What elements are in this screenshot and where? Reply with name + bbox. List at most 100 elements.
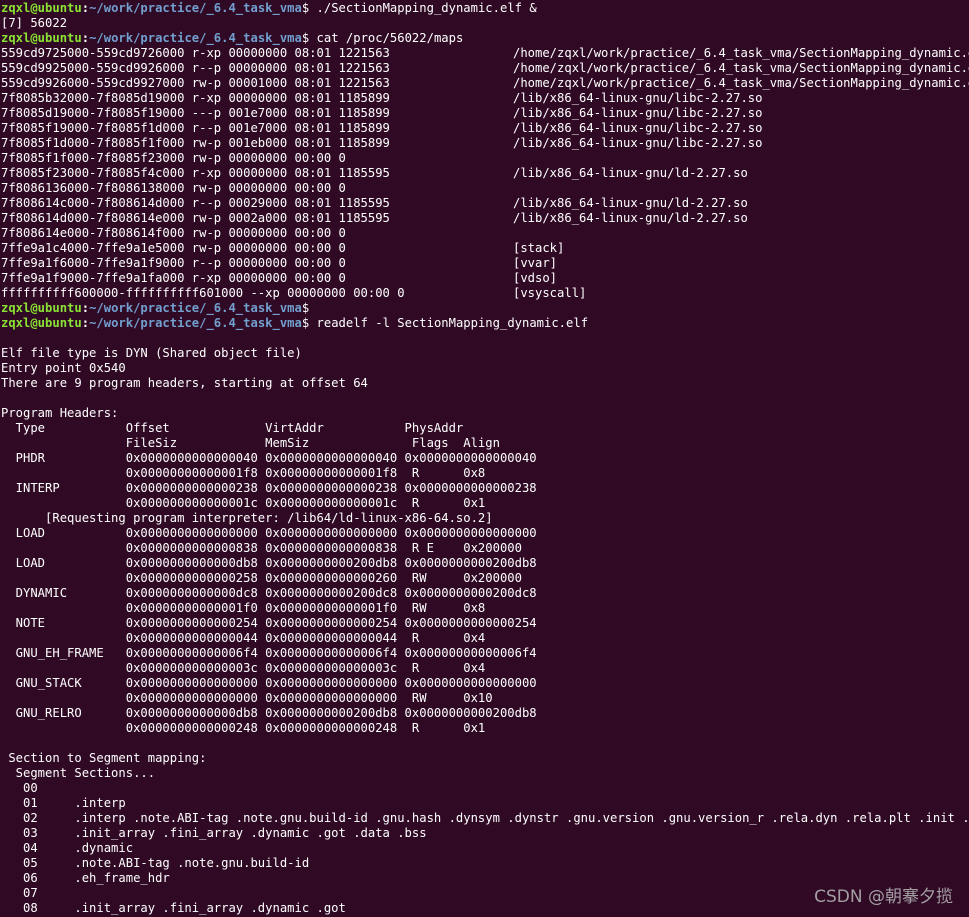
maps-row: 559cd9925000-559cd9926000 r--p 00000000 …: [0, 61, 969, 76]
readelf-line: Section to Segment mapping:: [1, 751, 207, 765]
job-line: [7] 56022: [1, 16, 68, 30]
readelf-line: Elf file type is DYN (Shared object file…: [1, 346, 302, 360]
csdn-watermark: CSDN @朝搴夕揽: [814, 887, 953, 907]
maps-row-pathname: /home/zqxl/work/practice/_6.4_task_vma/S…: [513, 61, 969, 75]
prompt-path: ~/work/practice/_6.4_task_vma: [89, 1, 302, 15]
terminal-window[interactable]: zqxl@ubuntu:~/work/practice/_6.4_task_vm…: [0, 0, 969, 917]
maps-row-fields: 7f808614e000-7f808614f000 rw-p 00000000 …: [1, 226, 346, 240]
maps-row-fields: 559cd9725000-559cd9726000 r-xp 00000000 …: [1, 46, 390, 60]
readelf-line: LOAD 0x0000000000000db8 0x0000000000200d…: [1, 556, 537, 570]
readelf-line: 06 .eh_frame_hdr: [1, 871, 178, 885]
maps-output: 559cd9725000-559cd9726000 r-xp 00000000 …: [0, 46, 969, 301]
command-text: ./SectionMapping_dynamic.elf &: [309, 1, 537, 15]
readelf-line: 0x000000000000003c 0x000000000000003c R …: [1, 661, 486, 675]
prompt-user-host: zqxl@ubuntu: [1, 301, 82, 315]
readelf-line: Type Offset VirtAddr PhysAddr: [1, 421, 464, 435]
maps-row-fields: 559cd9925000-559cd9926000 r--p 00000000 …: [1, 61, 390, 75]
maps-row: 7f808614d000-7f808614e000 rw-p 0002a000 …: [0, 211, 969, 226]
readelf-line: 0x00000000000001f8 0x00000000000001f8 R …: [1, 466, 486, 480]
readelf-line: [0, 736, 969, 751]
prompt-path: ~/work/practice/_6.4_task_vma: [89, 31, 302, 45]
maps-row-fields: ffffffffff600000-ffffffffff601000 --xp 0…: [1, 286, 405, 300]
maps-row-pathname: /lib/x86_64-linux-gnu/libc-2.27.so: [513, 136, 763, 150]
prompt-line: zqxl@ubuntu:~/work/practice/_6.4_task_vm…: [0, 301, 969, 316]
maps-row-fields: 7f8085f1d000-7f8085f1f000 rw-p 001eb000 …: [1, 136, 390, 150]
readelf-line: PHDR 0x0000000000000040 0x00000000000000…: [1, 451, 537, 465]
maps-row: 7ffe9a1f6000-7ffe9a1f9000 r--p 00000000 …: [0, 256, 969, 271]
maps-row-fields: 7f8085f23000-7f8085f4c000 r-xp 00000000 …: [1, 166, 390, 180]
maps-row-fields: 7ffe9a1f6000-7ffe9a1f9000 r--p 00000000 …: [1, 256, 346, 270]
readelf-line: Program Headers:: [1, 406, 119, 420]
maps-row: ffffffffff600000-ffffffffff601000 --xp 0…: [0, 286, 969, 301]
maps-row-pathname: /lib/x86_64-linux-gnu/ld-2.27.so: [513, 211, 748, 225]
maps-row-fields: 7f8085f1f000-7f8085f23000 rw-p 00000000 …: [1, 151, 346, 165]
maps-row-pathname: /lib/x86_64-linux-gnu/libc-2.27.so: [513, 91, 763, 105]
maps-row-pathname: /lib/x86_64-linux-gnu/ld-2.27.so: [513, 196, 748, 210]
prompt-separator: :: [81, 316, 90, 330]
maps-row: 7f808614c000-7f808614d000 r--p 00029000 …: [0, 196, 969, 211]
maps-row-fields: 7f808614c000-7f808614d000 r--p 00029000 …: [1, 196, 390, 210]
maps-row-pathname: [vdso]: [513, 271, 558, 285]
readelf-line: 0x0000000000000248 0x0000000000000248 R …: [1, 721, 486, 735]
readelf-output: Elf file type is DYN (Shared object file…: [0, 331, 969, 916]
maps-row-pathname: [stack]: [513, 241, 565, 255]
readelf-line: 0x0000000000000838 0x0000000000000838 R …: [1, 541, 522, 555]
prompt-user-host: zqxl@ubuntu: [1, 1, 82, 15]
maps-row-fields: 7ffe9a1f9000-7ffe9a1fa000 r-xp 00000000 …: [1, 271, 346, 285]
maps-row-pathname: [vsyscall]: [513, 286, 587, 300]
prompt-line: zqxl@ubuntu:~/work/practice/_6.4_task_vm…: [0, 31, 969, 46]
readelf-line: FileSiz MemSiz Flags Align: [1, 436, 500, 450]
readelf-line: NOTE 0x0000000000000254 0x00000000000002…: [1, 616, 537, 630]
maps-row-pathname: [vvar]: [513, 256, 558, 270]
readelf-line: 05 .note.ABI-tag .note.gnu.build-id: [1, 856, 317, 870]
maps-row: 7f8085b32000-7f8085d19000 r-xp 00000000 …: [0, 91, 969, 106]
maps-row: 559cd9725000-559cd9726000 r-xp 00000000 …: [0, 46, 969, 61]
maps-row-fields: 7f8086136000-7f8086138000 rw-p 00000000 …: [1, 181, 346, 195]
maps-row-fields: 7f8085d19000-7f8085f19000 ---p 001e7000 …: [1, 106, 390, 120]
prompt-symbol: $: [301, 301, 310, 315]
readelf-line: INTERP 0x0000000000000238 0x000000000000…: [1, 481, 537, 495]
prompt-line: zqxl@ubuntu:~/work/practice/_6.4_task_vm…: [0, 1, 969, 16]
readelf-line: 03 .init_array .fini_array .dynamic .got…: [1, 826, 434, 840]
readelf-line: [Requesting program interpreter: /lib64/…: [1, 511, 493, 525]
prompt-separator: :: [81, 1, 90, 15]
readelf-line: 0x00000000000001f0 0x00000000000001f0 RW…: [1, 601, 486, 615]
readelf-line: 0x0000000000000044 0x0000000000000044 R …: [1, 631, 486, 645]
prompt-separator: :: [81, 31, 90, 45]
prompt-user-host: zqxl@ubuntu: [1, 316, 82, 330]
readelf-line: GNU_STACK 0x0000000000000000 0x000000000…: [1, 676, 537, 690]
readelf-line: 01 .interp: [1, 796, 134, 810]
maps-row: 7f8085f1d000-7f8085f1f000 rw-p 001eb000 …: [0, 136, 969, 151]
readelf-line: DYNAMIC 0x0000000000000dc8 0x00000000002…: [1, 586, 537, 600]
maps-row: 7f8085f19000-7f8085f1d000 r--p 001e7000 …: [0, 121, 969, 136]
command-text: cat /proc/56022/maps: [309, 31, 464, 45]
readelf-line: 00: [1, 781, 75, 795]
maps-row-fields: 7f8085f19000-7f8085f1d000 r--p 001e7000 …: [1, 121, 390, 135]
maps-row-pathname: /lib/x86_64-linux-gnu/libc-2.27.so: [513, 121, 763, 135]
maps-row: 559cd9926000-559cd9927000 rw-p 00001000 …: [0, 76, 969, 91]
readelf-line: 04 .dynamic: [1, 841, 141, 855]
maps-row: 7f8085f1f000-7f8085f23000 rw-p 00000000 …: [0, 151, 969, 166]
readelf-line: There are 9 program headers, starting at…: [1, 376, 368, 390]
maps-row-pathname: /home/zqxl/work/practice/_6.4_task_vma/S…: [513, 76, 969, 90]
maps-row-pathname: /lib/x86_64-linux-gnu/ld-2.27.so: [513, 166, 748, 180]
readelf-line: Segment Sections...: [1, 766, 156, 780]
prompt-path: ~/work/practice/_6.4_task_vma: [89, 301, 302, 315]
readelf-line: Entry point 0x540: [1, 361, 126, 375]
maps-row: 7f8085d19000-7f8085f19000 ---p 001e7000 …: [0, 106, 969, 121]
readelf-line: GNU_RELRO 0x0000000000000db8 0x000000000…: [1, 706, 537, 720]
maps-row: 7ffe9a1c4000-7ffe9a1e5000 rw-p 00000000 …: [0, 241, 969, 256]
prompt-line: zqxl@ubuntu:~/work/practice/_6.4_task_vm…: [0, 316, 969, 331]
maps-row-fields: 7ffe9a1c4000-7ffe9a1e5000 rw-p 00000000 …: [1, 241, 346, 255]
readelf-line: GNU_EH_FRAME 0x00000000000006f4 0x000000…: [1, 646, 537, 660]
prompt-path: ~/work/practice/_6.4_task_vma: [89, 316, 302, 330]
prompt-separator: :: [81, 301, 90, 315]
readelf-line: 0x0000000000000000 0x0000000000000000 RW…: [1, 691, 493, 705]
readelf-line: [0, 331, 969, 346]
readelf-line: LOAD 0x0000000000000000 0x00000000000000…: [1, 526, 537, 540]
readelf-line: [0, 391, 969, 406]
maps-row-fields: 7f8085b32000-7f8085d19000 r-xp 00000000 …: [1, 91, 390, 105]
readelf-line: 0x000000000000001c 0x000000000000001c R …: [1, 496, 486, 510]
maps-row: 7f808614e000-7f808614f000 rw-p 00000000 …: [0, 226, 969, 241]
maps-row-fields: 559cd9926000-559cd9927000 rw-p 00001000 …: [1, 76, 390, 90]
